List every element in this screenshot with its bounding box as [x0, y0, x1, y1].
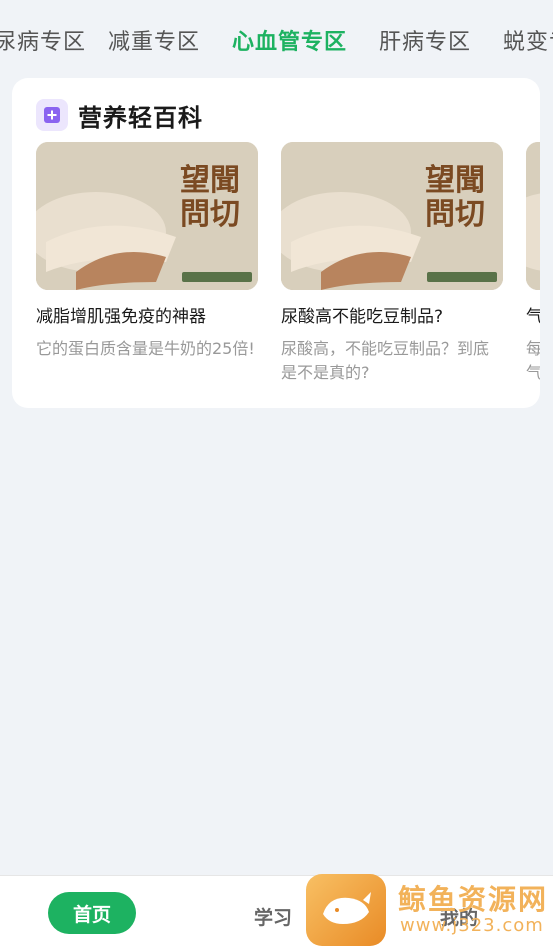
- watermark-url: www.j323.com: [400, 915, 544, 936]
- tab-diabetes[interactable]: 尿病专区: [0, 24, 86, 56]
- whale-logo-icon: [306, 874, 386, 946]
- card-header: 营养轻百科: [36, 98, 203, 132]
- tab-weight-loss[interactable]: 减重专区: [108, 24, 200, 56]
- article-title: 减脂增肌强免疫的神器: [36, 307, 206, 327]
- article-thumbnail: 望聞 問切: [281, 142, 503, 290]
- thumbnail-text-line2: 問切: [425, 197, 485, 232]
- nav-study-button[interactable]: 学习: [254, 903, 292, 930]
- tab-liver[interactable]: 肝病专区: [379, 24, 471, 56]
- tab-transformation[interactable]: 蜕变专区: [503, 24, 553, 56]
- article-card[interactable]: 望聞 問切 尿酸高不能吃豆制品? 尿酸高，不能吃豆制品？到底是不是真的?: [281, 142, 503, 385]
- article-thumbnail: 望聞 問切: [36, 142, 258, 290]
- thumbnail-text-line1: 望聞: [180, 163, 240, 198]
- nav-home-button[interactable]: 首页: [48, 892, 136, 934]
- nutrition-card: 营养轻百科 望聞 問切 减脂增肌强免疫的神器 它的蛋白质含量是牛奶的25倍! 望…: [12, 78, 540, 408]
- article-carousel[interactable]: 望聞 問切 减脂增肌强免疫的神器 它的蛋白质含量是牛奶的25倍! 望聞 問切 尿…: [36, 142, 540, 402]
- watermark-name: 鲸鱼资源网: [398, 883, 549, 916]
- article-title: 气: [526, 307, 540, 327]
- plus-square-icon: [36, 99, 68, 131]
- thumbnail-text-line2: 問切: [180, 197, 240, 232]
- article-description: 每气: [526, 339, 540, 382]
- article-thumbnail: [526, 142, 540, 290]
- thumbnail-text-line1: 望聞: [425, 163, 485, 198]
- article-card[interactable]: 望聞 問切 减脂增肌强免疫的神器 它的蛋白质含量是牛奶的25倍!: [36, 142, 258, 361]
- category-tabs: 尿病专区 减重专区 心血管专区 肝病专区 蜕变专区: [0, 0, 553, 80]
- tab-cardiovascular[interactable]: 心血管专区: [232, 24, 347, 56]
- article-card[interactable]: 气 每气: [526, 142, 540, 385]
- article-description: 它的蛋白质含量是牛奶的25倍!: [36, 339, 255, 358]
- article-title: 尿酸高不能吃豆制品?: [281, 307, 444, 327]
- article-description: 尿酸高，不能吃豆制品？到底是不是真的?: [281, 339, 490, 382]
- card-title: 营养轻百科: [78, 103, 203, 132]
